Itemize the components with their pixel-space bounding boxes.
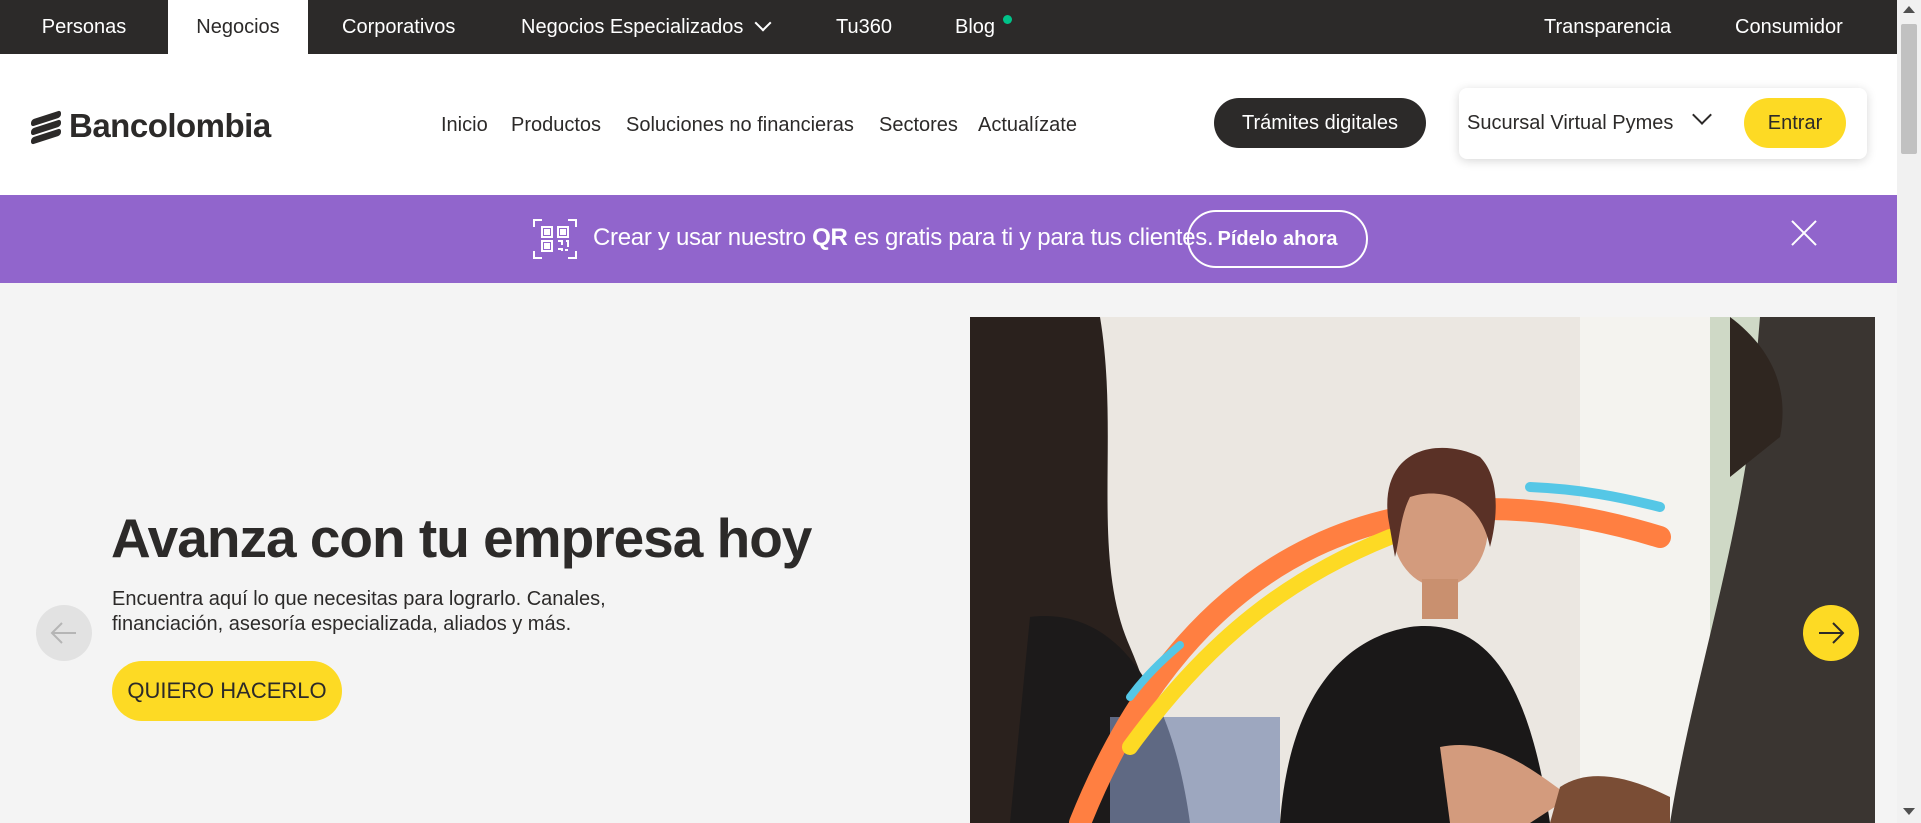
top-nav-negocios[interactable]: Negocios: [168, 0, 308, 54]
scroll-up-icon[interactable]: [1903, 6, 1915, 13]
chevron-down-icon: [754, 14, 772, 32]
sucursal-selector[interactable]: Sucursal Virtual Pymes: [1467, 112, 1673, 135]
top-nav-personas[interactable]: Personas: [0, 0, 168, 54]
scrollbar-thumb[interactable]: [1901, 24, 1917, 154]
nav-sectores[interactable]: Sectores: [879, 114, 958, 137]
top-nav-blog[interactable]: Blog: [955, 0, 995, 54]
nav-inicio[interactable]: Inicio: [441, 114, 488, 137]
chevron-down-icon[interactable]: [1692, 105, 1712, 125]
top-nav-transparencia[interactable]: Transparencia: [1544, 0, 1671, 54]
nav-actualizate[interactable]: Actualízate: [978, 114, 1077, 137]
promo-banner: Crear y usar nuestro QR es gratis para t…: [0, 195, 1897, 283]
scroll-down-icon[interactable]: [1903, 808, 1915, 815]
banner-message: Crear y usar nuestro QR es gratis para t…: [593, 224, 1214, 252]
top-nav-negocios-especializados-label: Negocios Especializados: [521, 16, 744, 38]
top-nav-negocios-especializados[interactable]: Negocios Especializados: [521, 0, 772, 54]
top-nav-tu360[interactable]: Tu360: [836, 0, 892, 54]
main-header: Bancolombia Inicio Productos Soluciones …: [0, 54, 1897, 195]
carousel-next-button[interactable]: [1803, 605, 1859, 661]
notification-dot: [1003, 15, 1012, 24]
top-navigation-bar: Personas Negocios Corporativos Negocios …: [0, 0, 1897, 54]
nav-soluciones-no-financieras[interactable]: Soluciones no financieras: [626, 114, 854, 137]
hero-image-handshake: [970, 317, 1875, 823]
banner-text-after: es gratis para ti y para tus clientes.: [847, 224, 1214, 251]
tramites-digitales-button[interactable]: Trámites digitales: [1214, 98, 1426, 148]
banner-text-before: Crear y usar nuestro: [593, 224, 813, 251]
entrar-button[interactable]: Entrar: [1744, 98, 1846, 148]
hero-description: Encuentra aquí lo que necesitas para log…: [112, 588, 606, 635]
close-icon[interactable]: [1790, 219, 1818, 247]
nav-productos[interactable]: Productos: [511, 114, 601, 137]
login-card: Sucursal Virtual Pymes Entrar: [1459, 88, 1867, 159]
bancolombia-logo[interactable]: Bancolombia: [31, 104, 271, 148]
hero-title: Avanza con tu empresa hoy: [111, 507, 812, 569]
bancolombia-logo-icon: [31, 109, 63, 145]
top-nav-corporativos[interactable]: Corporativos: [342, 0, 455, 54]
top-nav-consumidor[interactable]: Consumidor: [1735, 0, 1843, 54]
arrow-right-icon: [1819, 622, 1845, 644]
pidelo-ahora-button[interactable]: Pídelo ahora: [1187, 210, 1368, 268]
carousel-prev-button[interactable]: [36, 605, 92, 661]
arrow-left-icon: [50, 622, 76, 644]
page-scrollbar[interactable]: [1897, 0, 1921, 823]
hero-photo-illustration: [970, 317, 1875, 823]
logo-text: Bancolombia: [69, 107, 271, 144]
quiero-hacerlo-button[interactable]: QUIERO HACERLO: [112, 661, 342, 721]
banner-text-qr: QR: [812, 224, 848, 251]
qr-code-icon: [533, 219, 577, 259]
